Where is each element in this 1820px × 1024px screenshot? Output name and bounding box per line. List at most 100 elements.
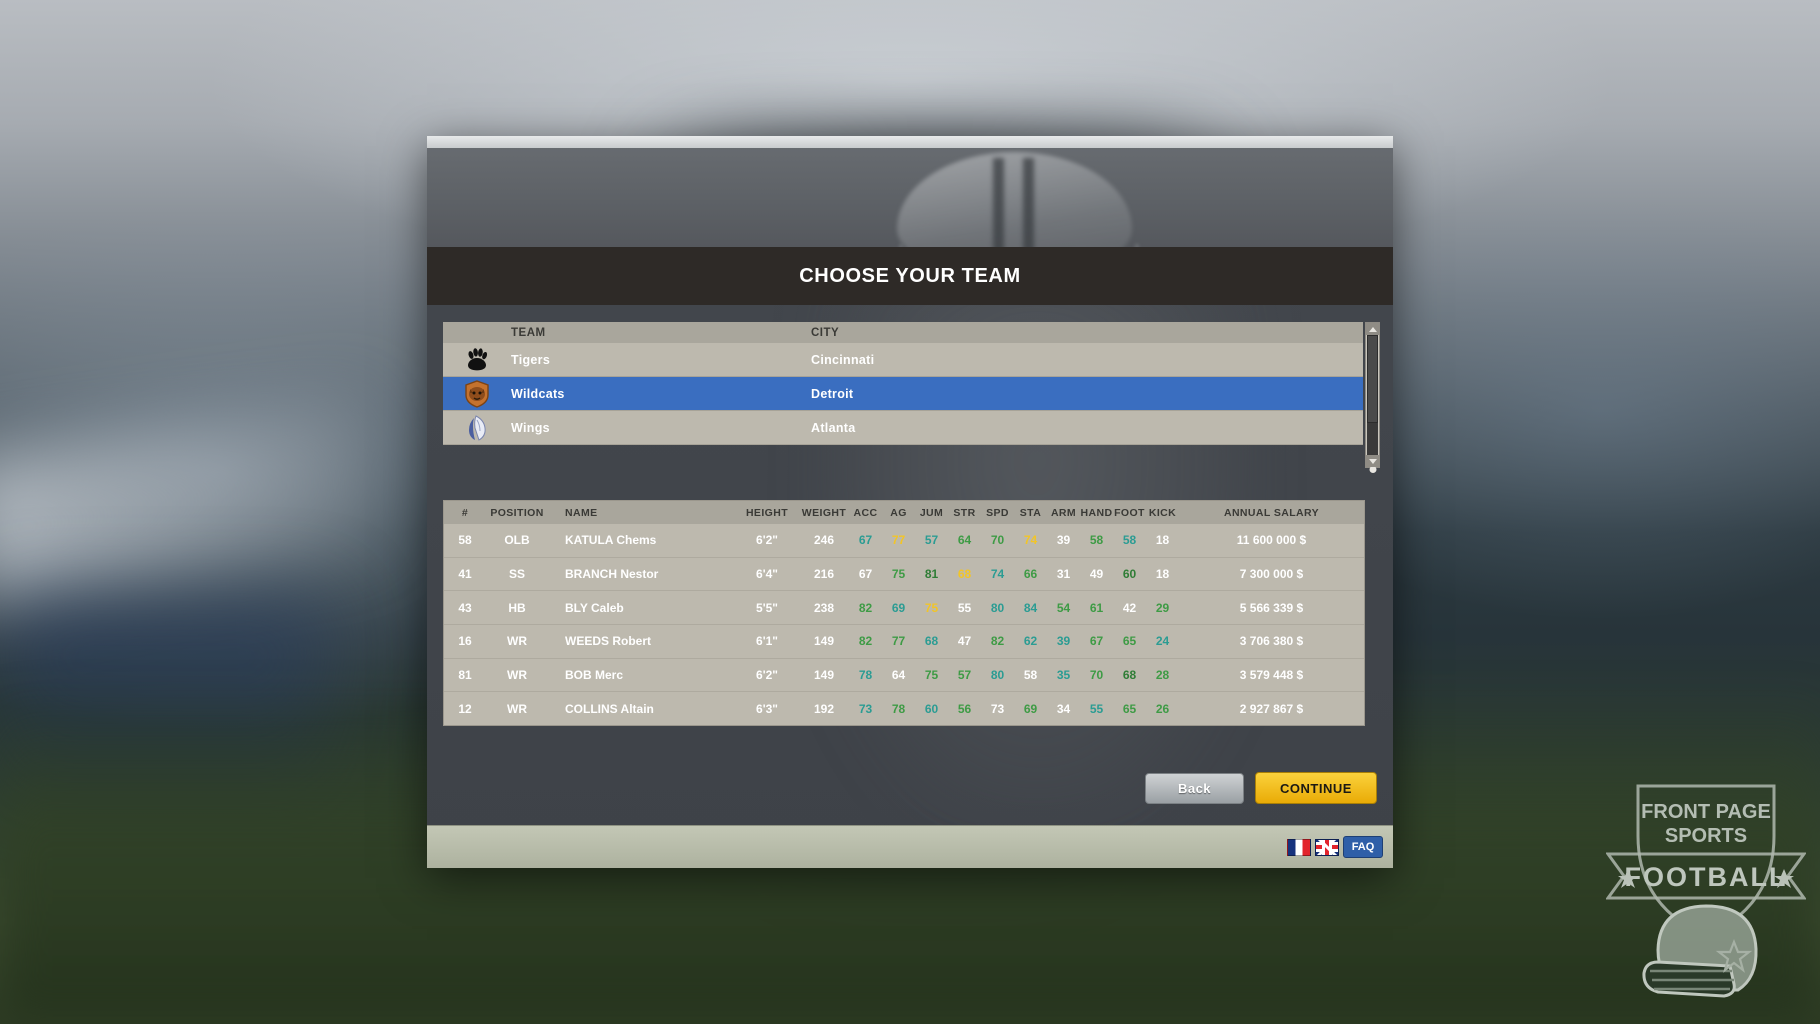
player-position: HB (508, 600, 526, 615)
roster-header-cell[interactable]: WEIGHT (799, 507, 849, 519)
player-number: 81 (458, 668, 472, 683)
player-stat: 24 (1155, 634, 1170, 649)
roster-row[interactable]: 12 WR COLLINS Altain 6'3" 192 73 78 60 56 73 69 34 5… (444, 691, 1364, 726)
player-stat: 49 (1089, 567, 1104, 582)
player-stat: 73 (858, 701, 873, 716)
roster-row[interactable]: 43 HB BLY Caleb 5'5" 238 82 69 75 55 80 84 54 61 42 29… (444, 590, 1364, 625)
roster-row[interactable]: 16 WR WEEDS Robert 6'1" 149 82 77 68 47 82 62 39 67 6… (444, 624, 1364, 658)
player-height: 6'1" (756, 634, 778, 649)
player-stat: 81 (924, 567, 939, 582)
player-stat: 70 (1089, 668, 1104, 683)
logo-line-1: FRONT PAGE (1641, 801, 1771, 823)
player-stat: 39 (1056, 533, 1071, 548)
player-stat: 55 (957, 600, 972, 615)
wing-icon (443, 414, 511, 442)
player-stat: 54 (1056, 600, 1071, 615)
roster-header-cell[interactable]: STR (948, 507, 981, 519)
team-city: Cincinnati (811, 352, 875, 367)
team-city: Detroit (811, 386, 854, 401)
roster-header-cell[interactable]: POSITION (486, 507, 548, 519)
scrollbar-track[interactable] (1367, 335, 1378, 473)
roster-table-header: # POSITION NAME HEIGHT WEIGHT ACC AG JUM STR SPD S… (444, 501, 1364, 524)
player-stat: 69 (891, 600, 906, 615)
player-stat: 68 (924, 634, 939, 649)
uk-flag-icon[interactable] (1315, 838, 1339, 856)
player-salary: 3 706 380 $ (1239, 634, 1304, 649)
player-salary: 5 566 339 $ (1239, 600, 1304, 615)
roster-header-cell[interactable]: JUM (915, 507, 948, 519)
france-flag-icon[interactable] (1287, 838, 1311, 856)
player-weight: 192 (813, 701, 835, 716)
scrollbar-thumb[interactable] (1367, 335, 1378, 423)
player-stat: 68 (1122, 668, 1137, 683)
roster-header-cell[interactable]: HEIGHT (735, 507, 799, 519)
helmet-stripe-right (1023, 158, 1034, 247)
player-stat: 57 (957, 668, 972, 683)
dialog-title-bar: CHOOSE YOUR TEAM (427, 247, 1393, 305)
uk-flag-cross-vertical (1325, 839, 1329, 855)
player-name: COLLINS Altain (565, 701, 654, 716)
player-weight: 149 (813, 634, 835, 649)
player-stat: 60 (1122, 567, 1137, 582)
roster-row[interactable]: 58 OLB KATULA Chems 6'2" 246 67 77 57 64 70 74 39 58… (444, 524, 1364, 557)
player-weight: 149 (813, 668, 835, 683)
player-position: WR (507, 634, 527, 649)
player-stat: 82 (858, 634, 873, 649)
player-name: BLY Caleb (565, 600, 624, 615)
roster-header-cell[interactable]: HAND (1080, 507, 1113, 519)
team-city: Atlanta (811, 420, 856, 435)
player-stat: 64 (891, 668, 906, 683)
player-stat: 34 (1056, 701, 1071, 716)
faq-button[interactable]: FAQ (1343, 836, 1383, 858)
player-stat: 66 (1023, 567, 1038, 582)
player-stat: 74 (990, 567, 1005, 582)
player-height: 6'2" (756, 533, 778, 548)
roster-row[interactable]: 41 SS BRANCH Nestor 6'4" 216 67 75 81 68 74 66 31 49… (444, 556, 1364, 591)
player-stat: 39 (1056, 634, 1071, 649)
roster-header-cell[interactable]: ANNUAL SALARY (1179, 507, 1364, 519)
scrollbar-up-button[interactable] (1366, 323, 1379, 335)
helmet-stripe-left (993, 158, 1004, 247)
player-stat: 75 (924, 600, 939, 615)
player-stat: 55 (1089, 701, 1104, 716)
roster-header-cell[interactable]: NAME (548, 507, 735, 519)
player-stat: 65 (1122, 701, 1137, 716)
player-height: 6'2" (756, 668, 778, 683)
player-position: WR (507, 668, 527, 683)
team-row[interactable]: Wildcats Detroit (443, 377, 1363, 411)
player-height: 5'5" (756, 600, 778, 615)
chevron-up-icon (1368, 326, 1377, 332)
roster-header-cell[interactable]: SPD (981, 507, 1014, 519)
roster-header-cell[interactable]: ACC (849, 507, 882, 519)
scrollbar-down-button[interactable] (1366, 455, 1379, 467)
roster-header-cell[interactable]: KICK (1146, 507, 1179, 519)
team-row[interactable]: Tigers Cincinnati (443, 343, 1363, 377)
roster-row[interactable]: 81 WR BOB Merc 6'2" 149 78 64 75 57 80 58 35 70 68 28 3… (444, 657, 1364, 692)
uk-flag-cross-horizontal (1316, 845, 1338, 849)
player-stat: 65 (1122, 634, 1137, 649)
choose-team-dialog: CHOOSE YOUR TEAM TEAM CITY Tigers Cincinn… (427, 136, 1393, 868)
roster-header-cell[interactable]: STA (1014, 507, 1047, 519)
player-name: KATULA Chems (565, 533, 657, 548)
player-stat: 47 (957, 634, 972, 649)
dialog-actions: Back CONTINUE (1145, 772, 1377, 804)
player-stat: 31 (1056, 567, 1071, 582)
roster-header-cell[interactable]: ARM (1047, 507, 1080, 519)
back-button[interactable]: Back (1145, 772, 1244, 804)
player-name: BRANCH Nestor (565, 567, 659, 582)
player-weight: 216 (813, 567, 835, 582)
player-stat: 67 (1089, 634, 1104, 649)
continue-button[interactable]: CONTINUE (1255, 772, 1377, 804)
roster-header-cell[interactable]: # (444, 507, 486, 519)
team-row[interactable]: Wings Atlanta (443, 411, 1363, 445)
team-list-scrollbar[interactable] (1365, 322, 1380, 473)
team-name: Wildcats (511, 386, 565, 401)
player-position: SS (508, 567, 525, 582)
player-stat: 62 (1023, 634, 1038, 649)
player-stat: 80 (990, 600, 1005, 615)
player-salary: 3 579 448 $ (1239, 668, 1304, 683)
player-stat: 67 (858, 567, 873, 582)
roster-header-cell[interactable]: AG (882, 507, 915, 519)
page-title: CHOOSE YOUR TEAM (799, 264, 1021, 287)
roster-header-cell[interactable]: FOOT (1113, 507, 1146, 519)
